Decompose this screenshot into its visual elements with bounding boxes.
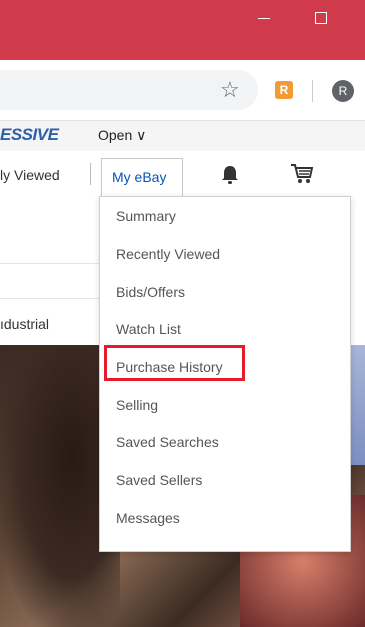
- menu-item-selling[interactable]: Selling: [116, 397, 158, 413]
- browser-toolbar: ☆ R R: [0, 60, 365, 121]
- recently-viewed-link[interactable]: ly Viewed: [0, 167, 60, 183]
- minimize-icon[interactable]: [258, 18, 270, 19]
- menu-item-saved-sellers[interactable]: Saved Sellers: [116, 472, 202, 488]
- my-ebay-tab[interactable]: My eBay: [101, 158, 183, 197]
- bookmarks-bar: ESSIVE Open ∨: [0, 121, 365, 152]
- menu-item-summary[interactable]: Summary: [116, 208, 176, 224]
- chevron-down-icon: ∨: [136, 127, 147, 143]
- ebay-nav-row: ly Viewed My eBay: [0, 151, 365, 197]
- extension-icon[interactable]: R: [275, 81, 293, 99]
- menu-item-saved-searches[interactable]: Saved Searches: [116, 434, 219, 450]
- profile-avatar[interactable]: R: [332, 80, 354, 102]
- brand-logo-text[interactable]: ESSIVE: [0, 125, 59, 145]
- bell-icon[interactable]: [221, 165, 239, 185]
- divider: [0, 263, 100, 264]
- toolbar-separator: [312, 80, 313, 102]
- cart-icon[interactable]: [290, 163, 314, 185]
- bookmark-star-icon[interactable]: ☆: [220, 75, 240, 105]
- maximize-icon[interactable]: [315, 12, 327, 24]
- menu-item-messages[interactable]: Messages: [116, 510, 180, 526]
- nav-separator: [90, 163, 91, 185]
- menu-item-recently-viewed[interactable]: Recently Viewed: [116, 246, 220, 262]
- open-label: Open: [98, 127, 133, 143]
- window-titlebar: [0, 0, 365, 60]
- menu-item-bids-offers[interactable]: Bids/Offers: [116, 284, 185, 300]
- category-link-industrial[interactable]: ıdustrial: [0, 316, 49, 332]
- purchase-history-highlight: [104, 345, 245, 381]
- menu-item-watch-list[interactable]: Watch List: [116, 321, 181, 337]
- divider: [0, 298, 100, 299]
- open-menu-button[interactable]: Open ∨: [98, 127, 146, 144]
- my-ebay-label: My eBay: [112, 169, 167, 185]
